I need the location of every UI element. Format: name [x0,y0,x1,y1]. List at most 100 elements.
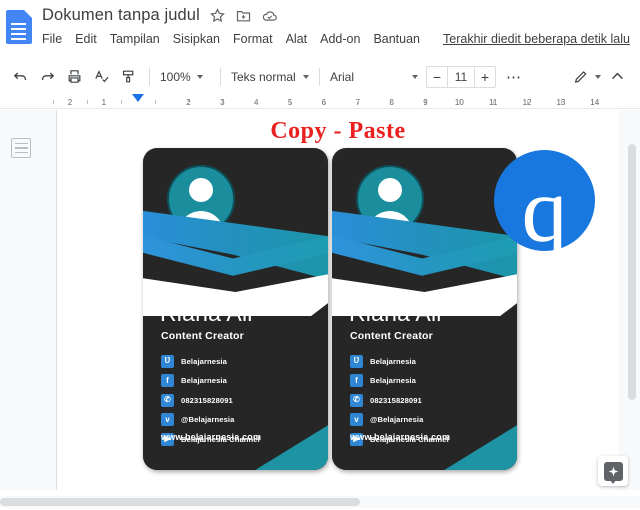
vine-icon: Ʋ [161,354,174,368]
card-contact-row: f Belajarnesia [161,373,260,389]
card-contact-row: f Belajarnesia [350,373,449,389]
card-contact-text: @Belajarnesia [370,415,424,424]
cloud-saved-icon[interactable] [261,7,278,24]
ruler-tick: 14 [590,98,600,107]
decrease-font-size-button[interactable]: − [427,67,447,87]
menu-item-addon[interactable]: Add-on [320,32,360,46]
increase-font-size-button[interactable]: + [475,67,495,87]
ruler[interactable]: 21234567891011121314 [0,93,640,109]
card-contact-row: ✆ 082315828091 [161,392,260,408]
horizontal-scrollbar-thumb[interactable] [0,498,360,506]
menu-item-file[interactable]: File [42,32,62,46]
card-contact-row: Ʋ Belajarnesia [350,353,449,369]
menu-item-bantuan[interactable]: Bantuan [373,32,420,46]
collapse-toolbar-button[interactable] [605,65,629,89]
move-to-folder-icon[interactable] [235,7,252,24]
horizontal-scrollbar[interactable] [0,496,640,508]
facebook-icon: f [350,374,363,387]
watermark-q-logo: q [494,150,595,256]
ruler-dot [459,100,461,104]
toolbar: 100% Teks normal Arial − 11 + ⋯ [0,60,640,93]
indent-marker[interactable] [131,94,144,102]
chevron-down-icon [412,74,418,79]
ruler-dot [493,100,495,104]
card-contact-text: Belajarnesia [370,376,416,385]
edit-mode-dropdown[interactable] [569,65,605,89]
ruler-dot [560,100,562,104]
spellcheck-icon[interactable] [89,65,113,89]
card-website: www.belajarnesia.com [350,432,451,442]
print-icon[interactable] [62,65,86,89]
ruler-dot [527,100,529,104]
ruler-dot [53,100,55,104]
card-contact-text: 082315828091 [370,395,422,405]
paragraph-style-dropdown[interactable]: Teks normal [227,65,313,89]
ruler-dot [391,100,393,104]
pencil-icon [574,70,587,83]
more-options-button[interactable]: ⋯ [496,65,526,89]
font-size-input[interactable]: 11 [447,66,475,87]
card-website: www.belajarnesia.com [161,432,262,442]
toolbar-divider [319,67,320,86]
font-family-value: Arial [330,69,355,84]
vertical-scrollbar[interactable] [628,112,636,488]
card-contact-text: @Belajarnesia [181,415,235,424]
ruler-dot [154,100,156,104]
facebook-icon: f [161,374,174,387]
outline-rail [0,110,42,490]
menu-item-sisipkan[interactable]: Sisipkan [173,32,220,46]
ruler-dot [188,100,190,104]
redo-icon[interactable] [35,65,59,89]
ruler-dot [357,100,359,104]
explore-button[interactable] [598,456,628,486]
toolbar-right-group [569,65,640,89]
business-cards-group: Riana Ali Content Creator Ʋ Belajarnesia f Be… [143,148,517,470]
explore-icon [603,461,623,484]
twitter-icon: ᴠ [161,413,174,426]
ruler-dot [222,100,224,104]
card-role: Content Creator [161,330,244,342]
menu-item-alat[interactable]: Alat [286,32,308,46]
menu-item-edit[interactable]: Edit [75,32,97,46]
menu-item-tampilan[interactable]: Tampilan [110,32,160,46]
app-header: Dokumen tanpa judul File Edit Tampilan S… [0,0,640,60]
last-edit-status[interactable]: Terakhir diedit beberapa detik lalu [443,32,630,46]
ruler-tick: 1 [101,98,107,107]
menu-bar: File Edit Tampilan Sisipkan Format Alat … [42,32,630,46]
more-options-label: ⋯ [506,68,522,86]
paragraph-style-value: Teks normal [231,69,296,84]
vine-icon: Ʋ [350,354,363,368]
toolbar-divider [220,67,221,86]
chevron-down-icon [595,74,601,79]
chevron-up-icon [611,72,623,80]
ruler-dot [425,100,427,104]
workspace: Copy - Paste Riana Ali Content Creator Ʋ Be… [0,110,640,490]
ruler-dot [86,100,88,104]
business-card[interactable]: Riana Ali Content Creator Ʋ Belajarnesia f Be… [332,148,517,470]
card-contact-text: Belajarnesia [181,376,227,385]
zoom-value: 100% [160,69,191,84]
card-contact-text: Belajarnesia [181,356,227,366]
ruler-dot [290,100,292,104]
business-card[interactable]: Riana Ali Content Creator Ʋ Belajarnesia f Be… [143,148,328,470]
page-title[interactable]: Dokumen tanpa judul [42,6,200,25]
font-family-dropdown[interactable]: Arial [326,65,422,89]
card-name: Riana Ali [349,300,442,326]
paint-format-icon[interactable] [116,65,140,89]
card-contact-text: Belajarnesia [370,356,416,366]
document-heading: Copy - Paste [270,118,406,144]
card-contact-text: 082315828091 [181,395,233,405]
menu-item-format[interactable]: Format [233,32,273,46]
ruler-dot [323,100,325,104]
document-outline-icon[interactable] [11,138,31,158]
document-page[interactable]: Copy - Paste Riana Ali Content Creator Ʋ Be… [56,110,618,490]
undo-icon[interactable] [8,65,32,89]
vertical-scrollbar-thumb[interactable] [628,144,636,400]
title-row: Dokumen tanpa judul [42,6,278,25]
ruler-dot [120,100,122,104]
card-name: Riana Ali [160,300,253,326]
toolbar-divider [149,67,150,86]
google-docs-logo [6,10,32,44]
star-icon[interactable] [209,7,226,24]
zoom-dropdown[interactable]: 100% [156,65,214,89]
